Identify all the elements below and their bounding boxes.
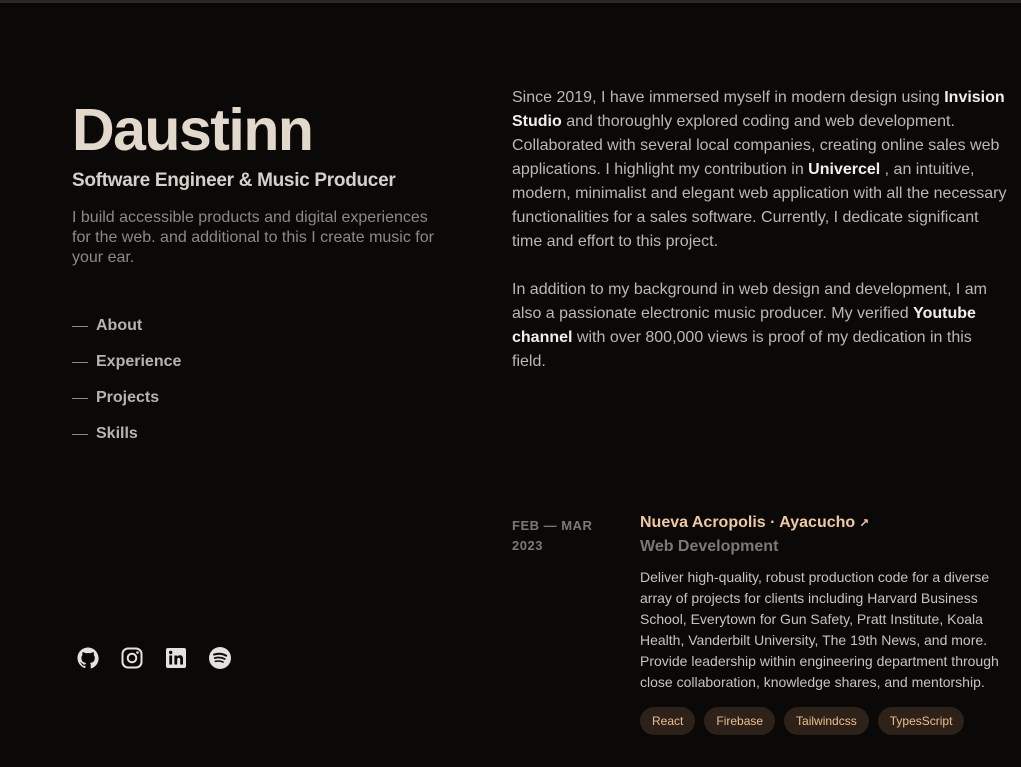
profile-header: Daustinn Software Engineer & Music Produ… xyxy=(72,96,452,268)
social-links xyxy=(76,646,232,670)
nav-item-label: About xyxy=(96,317,143,334)
nav-item-skills[interactable]: Skills xyxy=(72,424,181,444)
external-link-arrow-icon: ↗ xyxy=(859,516,870,530)
nav-indicator xyxy=(72,361,88,363)
about-text: with over 800,000 views is proof of my d… xyxy=(512,329,972,370)
experience-subtitle: Web Development xyxy=(640,538,779,555)
tech-tags: React Firebase Tailwindcss TypesScript xyxy=(640,707,1007,735)
experience-date: FEB — MAR 2023 xyxy=(512,518,593,553)
experience-title: Nueva Acropolis · Ayacucho xyxy=(640,514,856,531)
about-text: Since 2019, I have immersed myself in mo… xyxy=(512,89,945,106)
tag-react: React xyxy=(640,707,696,735)
experience-body: Nueva Acropolis · Ayacucho ↗ Web Developm… xyxy=(640,512,1007,735)
univercel-highlight: Univercel xyxy=(808,161,881,178)
experience-description: Deliver high-quality, robust production … xyxy=(640,569,999,690)
nav-item-label: Skills xyxy=(96,425,138,442)
nav-indicator xyxy=(72,325,88,327)
nav-item-projects[interactable]: Projects xyxy=(72,388,181,408)
tag-typescript: TypesScript xyxy=(877,707,965,735)
experience-title-link[interactable]: Nueva Acropolis · Ayacucho ↗ xyxy=(640,512,1007,534)
about-paragraph: In addition to my background in web desi… xyxy=(512,278,1007,374)
nav-item-label: Projects xyxy=(96,389,160,406)
tag-firebase: Firebase xyxy=(704,707,776,735)
nav-item-experience[interactable]: Experience xyxy=(72,352,181,372)
instagram-icon[interactable] xyxy=(120,646,144,670)
nav-item-about[interactable]: About xyxy=(72,316,181,336)
site-name: Daustinn xyxy=(72,97,314,163)
about-paragraph: Since 2019, I have immersed myself in mo… xyxy=(512,86,1007,254)
linkedin-icon[interactable] xyxy=(164,646,188,670)
github-icon[interactable] xyxy=(76,646,100,670)
about-section: Since 2019, I have immersed myself in mo… xyxy=(512,86,1007,398)
section-nav: About Experience Projects Skills xyxy=(72,316,181,460)
tag-tailwindcss: Tailwindcss xyxy=(784,707,869,735)
spotify-icon[interactable] xyxy=(208,646,232,670)
intro-text: I build accessible products and digital … xyxy=(72,209,434,266)
nav-indicator xyxy=(72,397,88,399)
role-title: Software Engineer & Music Producer xyxy=(72,170,396,191)
top-border xyxy=(0,0,1021,3)
nav-item-label: Experience xyxy=(96,353,182,370)
nav-indicator xyxy=(72,433,88,435)
